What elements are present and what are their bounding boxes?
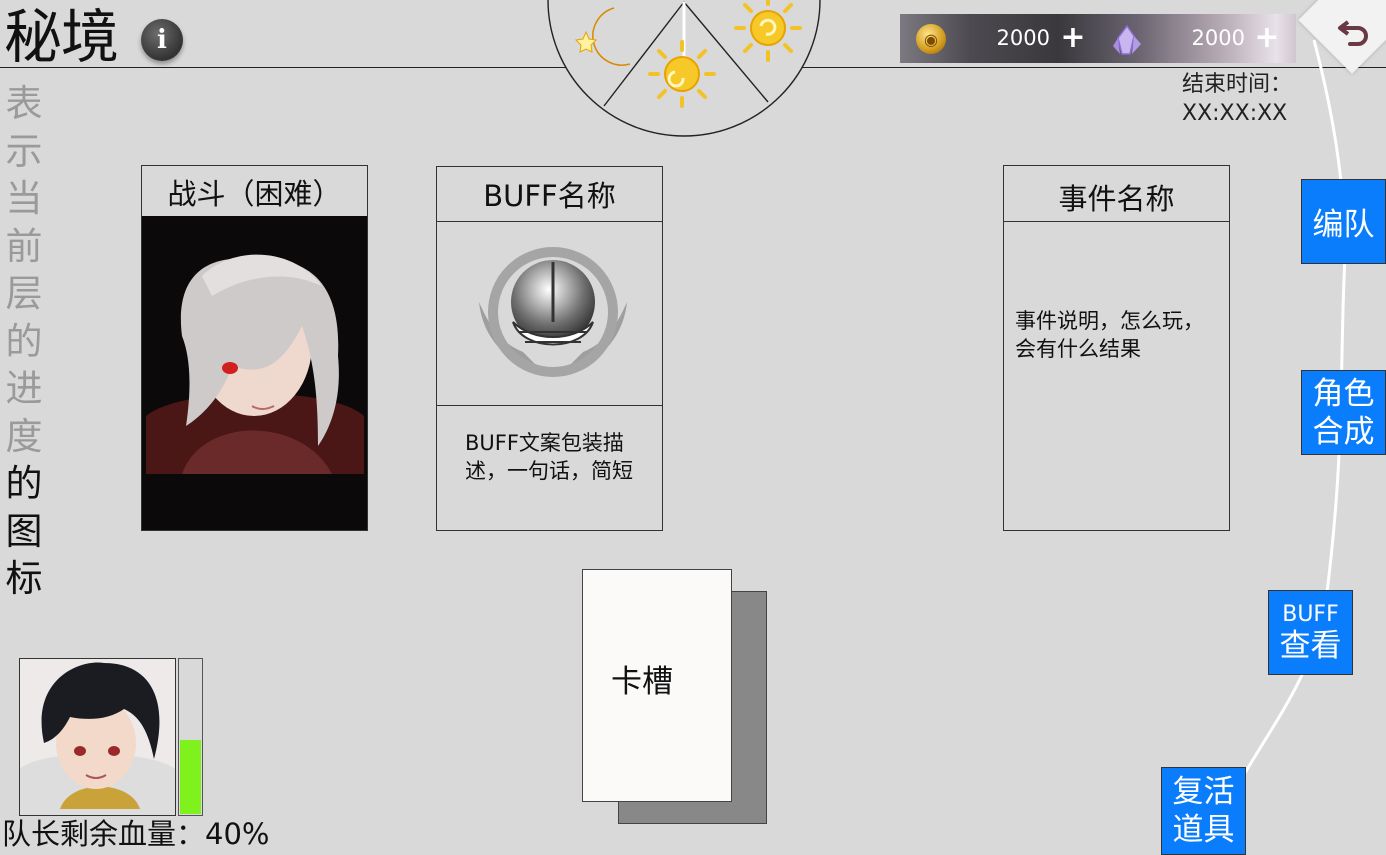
progress-char: 当 [5, 177, 43, 220]
gold-coin-icon: ◉ [916, 24, 946, 54]
buff-emblem-area [437, 222, 662, 406]
buff-description: BUFF文案包装描述，一句话，简短 [465, 431, 633, 483]
leader-hp-bar [178, 658, 203, 816]
buff-card[interactable]: BUFF名称 BUFF文案包装描述，一句话，简短 [436, 166, 663, 531]
buff-wheel[interactable] [544, 0, 824, 138]
page-title: 秘境 [4, 3, 119, 71]
revive-item-button[interactable]: 复活 道具 [1161, 767, 1246, 855]
leader-hp-label: 队长剩余血量：40% [2, 817, 270, 851]
progress-char: 图 [5, 509, 43, 553]
card-slot-label: 卡槽 [611, 664, 673, 700]
revive-item-label-1: 复活 [1172, 774, 1235, 810]
progress-char: 表 [5, 82, 43, 125]
buff-view-label-2: 查看 [1279, 627, 1342, 664]
leader-hp-fill [180, 740, 201, 814]
crystal-icon [1113, 24, 1141, 55]
event-card-title: 事件名称 [1004, 166, 1229, 222]
buff-card-title: BUFF名称 [437, 167, 662, 222]
progress-char: 的 [5, 319, 43, 363]
progress-char: 度 [5, 414, 43, 458]
enemy-portrait [142, 216, 367, 530]
progress-char: 进 [5, 367, 43, 410]
sun-icon-center [648, 40, 716, 108]
battle-card[interactable]: 战斗（困难） [141, 165, 368, 531]
team-formation-label: 编队 [1312, 207, 1375, 243]
buff-view-label-1: BUFF [1282, 601, 1339, 627]
character-synthesis-button[interactable]: 角色 合成 [1301, 370, 1386, 455]
card-slot[interactable]: 卡槽 [582, 569, 732, 802]
progress-char: 的 [5, 462, 43, 505]
progress-char: 前 [5, 224, 43, 268]
character-synthesis-label-1: 角色 [1312, 375, 1375, 412]
character-synthesis-label-2: 合成 [1312, 413, 1375, 450]
team-formation-button[interactable]: 编队 [1301, 179, 1386, 264]
floor-progress-indicator: 表示当前层的进度的图标 [4, 80, 44, 603]
buff-emblem-icon [479, 247, 627, 377]
buff-view-button[interactable]: BUFF 查看 [1268, 590, 1353, 675]
progress-char: 层 [5, 272, 43, 315]
add-gold-button[interactable]: + [1058, 23, 1088, 54]
info-icon: i [157, 25, 167, 55]
back-arrow-icon[interactable] [1336, 16, 1370, 50]
end-time-label: 结束时间： [1182, 72, 1293, 97]
progress-char: 示 [5, 129, 43, 173]
revive-item-label-2: 道具 [1172, 812, 1235, 848]
info-button[interactable]: i [141, 19, 183, 61]
end-time-value: XX:XX:XX [1182, 101, 1288, 126]
end-time: 结束时间： XX:XX:XX [1182, 70, 1292, 128]
leader-avatar[interactable] [19, 658, 176, 816]
event-card[interactable]: 事件名称 事件说明，怎么玩，会有什么结果 [1003, 165, 1230, 531]
battle-card-title: 战斗（困难） [167, 177, 342, 211]
progress-char: 标 [5, 557, 43, 600]
gold-coin-amount: 2000 [996, 26, 1050, 50]
event-description: 事件说明，怎么玩，会有什么结果 [1015, 309, 1204, 361]
